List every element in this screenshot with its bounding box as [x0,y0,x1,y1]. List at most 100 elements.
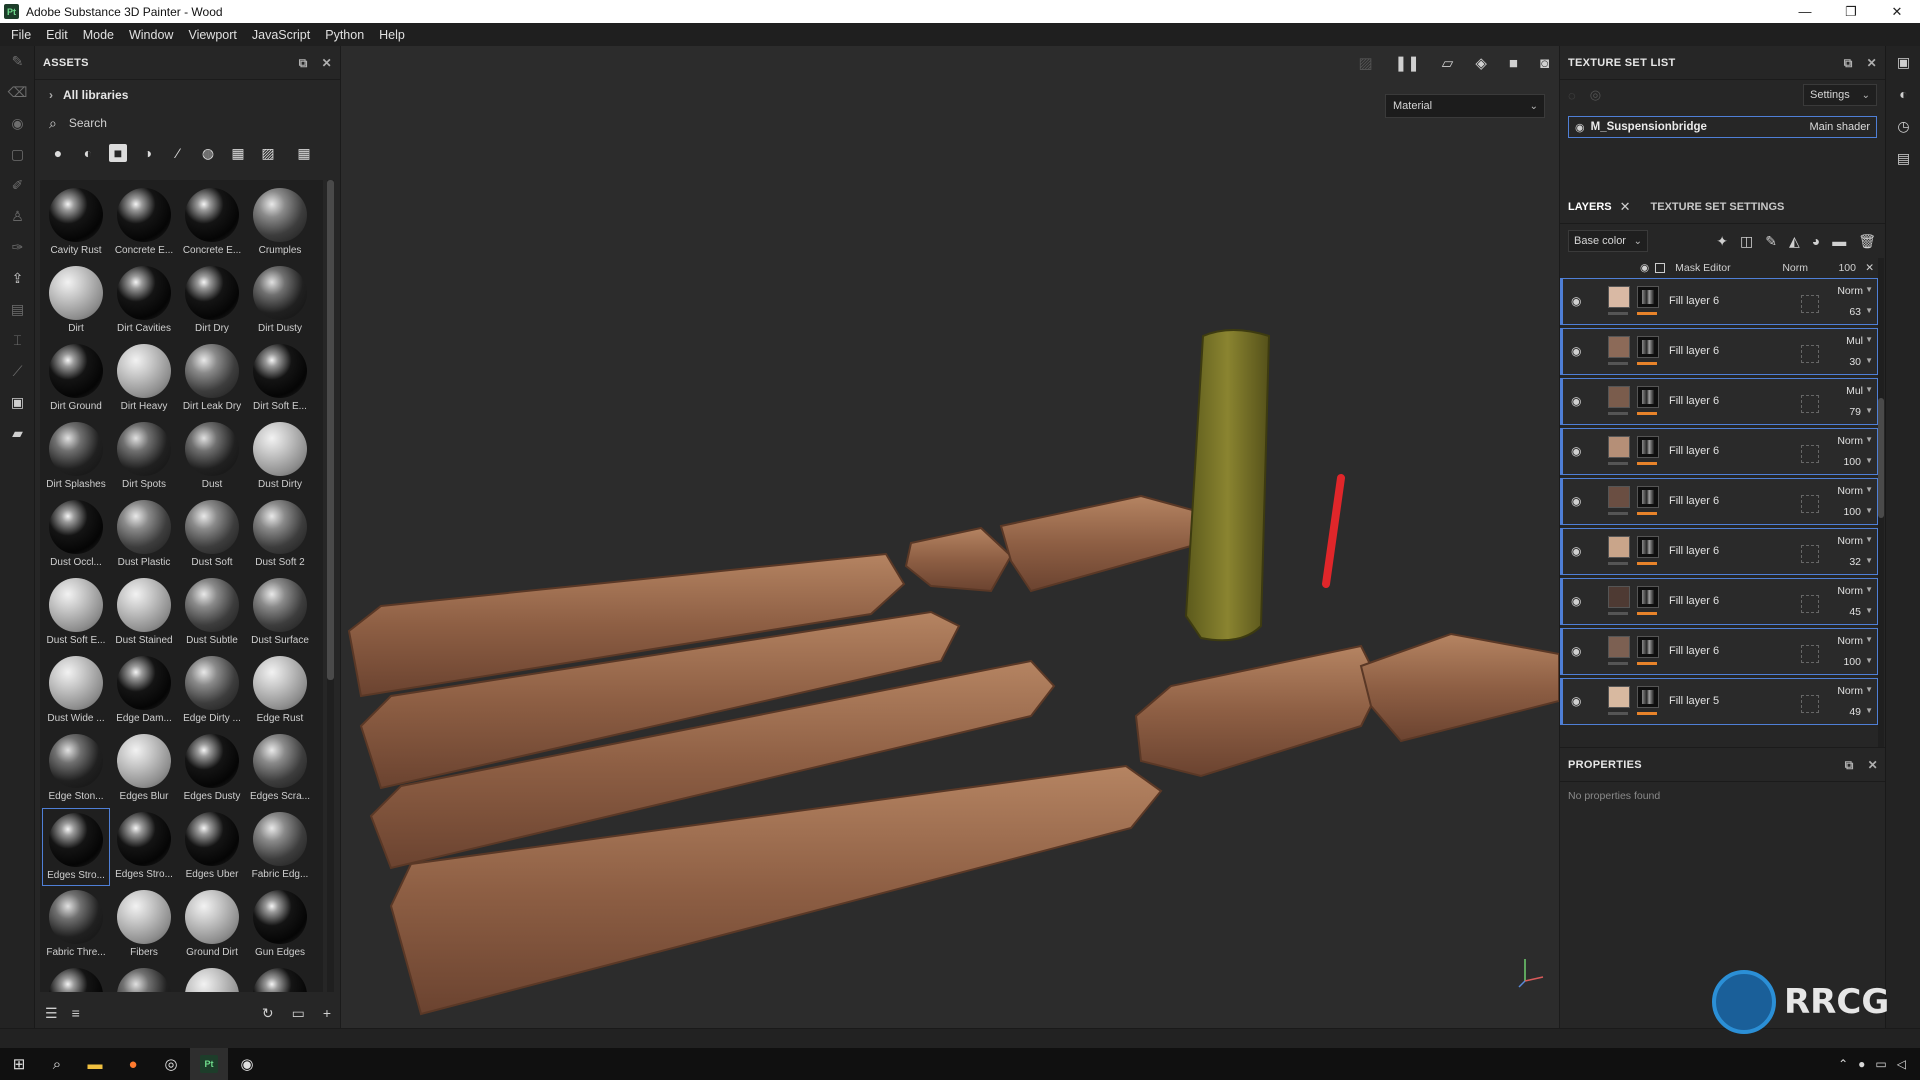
layer-effect-slot[interactable] [1801,695,1819,713]
opacity-value[interactable]: 100 [1843,656,1861,668]
close-window-button[interactable]: ✕ [1874,0,1920,23]
display-settings-icon[interactable]: ▰ [0,418,35,449]
chevron-down-icon[interactable]: ▼ [1865,485,1873,494]
asset-item[interactable]: Edge Dam... [110,652,178,730]
layer-effect-slot[interactable] [1801,445,1819,463]
asset-item[interactable]: Edges Dusty [178,730,246,808]
blend-mode[interactable]: Norm [1837,285,1863,297]
color-picker-icon[interactable]: ✑ [0,232,35,263]
asset-item[interactable]: Dirt Cavities [110,262,178,340]
layer-mask-thumbnail[interactable] [1637,686,1659,708]
clone-stamp-icon[interactable]: ♙ [0,201,35,232]
asset-search[interactable]: ⌕ Search [35,110,340,136]
eye-icon[interactable]: ◉ [1571,594,1581,608]
add-smart-material-icon[interactable]: ◕ [1812,233,1820,250]
chevron-down-icon[interactable]: ▼ [1865,706,1873,715]
chevron-down-icon[interactable]: ▼ [1865,385,1873,394]
eye-icon[interactable]: ◉ [1571,494,1581,508]
asset-item[interactable]: Dust Subtle [178,574,246,652]
add-fill-layer-icon[interactable]: ◭ [1789,233,1800,250]
app-icon-other[interactable]: ◉ [228,1048,266,1080]
asset-item[interactable]: Cavity Rust [42,184,110,262]
3d-viewport[interactable]: ▨ ❚❚ ▱ ◈ ■ ◙ Material ⌄ [341,46,1559,1028]
hide-all-icon[interactable]: ◌ [1568,88,1576,103]
layer-row[interactable]: ◉ Fill layer 6 Mul ▼ 30 ▼ [1560,328,1878,375]
asset-item[interactable]: Edges Uber [178,808,246,886]
layer-effect-slot[interactable] [1801,645,1819,663]
visibility-icon[interactable]: ◎ [1590,87,1601,103]
asset-item[interactable]: Crumples [246,184,314,262]
texture-icon[interactable]: ▤ [0,294,35,325]
camera-video-icon[interactable]: ■ [1509,55,1518,72]
opacity-value[interactable]: 63 [1849,306,1861,318]
undock-icon[interactable]: ⧉ [1844,56,1853,71]
eye-icon[interactable]: ◉ [1571,544,1581,558]
assets-scrollbar[interactable] [327,180,334,992]
add-folder-icon[interactable]: ▬ [1832,233,1846,250]
obs-icon[interactable]: ◎ [152,1048,190,1080]
layer-effect-slot[interactable] [1801,395,1819,413]
scrollbar-thumb[interactable] [1878,398,1884,518]
layer-row[interactable]: ◉ Fill layer 6 Norm ▼ 100 ▼ [1560,478,1878,525]
assets-icon[interactable]: ⇪ [0,263,35,294]
blend-mode[interactable]: Norm [1837,635,1863,647]
layer-name[interactable]: Fill layer 6 [1669,645,1719,657]
add-mask-icon[interactable]: ◫ [1740,233,1753,250]
close-icon[interactable]: ✕ [1620,199,1631,215]
layer-color-swatch[interactable] [1608,686,1630,708]
layer-effect-slot[interactable] [1801,495,1819,513]
log-icon[interactable]: ▤ [1886,142,1920,174]
eye-icon[interactable]: ◉ [1575,121,1585,134]
network-icon[interactable]: ▭ [1875,1057,1886,1071]
layer-row[interactable]: ◉ Fill layer 6 Norm ▼ 100 ▼ [1560,428,1878,475]
asset-item[interactable]: Ground Dirt [178,886,246,964]
tab-texture-set-settings[interactable]: TEXTURE SET SETTINGS [1651,201,1785,213]
wood-plank-8[interactable] [1359,632,1559,743]
smudge-icon[interactable]: ✐ [0,170,35,201]
asset-item[interactable]: Dirt Ground [42,340,110,418]
layer-color-swatch[interactable] [1608,486,1630,508]
layer-name[interactable]: Fill layer 5 [1669,695,1719,707]
chevron-down-icon[interactable]: ▼ [1865,356,1873,365]
blend-mode[interactable]: Norm [1837,435,1863,447]
asset-item[interactable]: Edges Stro... [110,808,178,886]
maximize-button[interactable]: ❐ [1828,0,1874,23]
generators-filter-icon[interactable]: ◑ [139,144,157,162]
asset-item[interactable]: Dust Plastic [110,496,178,574]
viewport-mode-select[interactable]: Material ⌄ [1385,94,1545,118]
layer-mask-thumbnail[interactable] [1637,336,1659,358]
chevron-down-icon[interactable]: ▼ [1865,406,1873,415]
close-icon[interactable]: ✕ [1868,758,1878,772]
chevron-down-icon[interactable]: ▼ [1865,506,1873,515]
close-icon[interactable]: ✕ [322,56,332,70]
chevron-down-icon[interactable]: ▼ [1865,306,1873,315]
layer-mask-thumbnail[interactable] [1637,586,1659,608]
layer-name[interactable]: Fill layer 6 [1669,345,1719,357]
close-icon[interactable]: ✕ [1865,262,1874,274]
frame-icon[interactable]: ▱ [1442,54,1454,72]
opacity-value[interactable]: 100 [1843,506,1861,518]
smart-materials-filter-icon[interactable]: ◐ [79,144,97,162]
layer-effect-slot[interactable] [1801,295,1819,313]
asset-item[interactable]: Dirt Leak Dry [178,340,246,418]
layer-name[interactable]: Fill layer 6 [1669,395,1719,407]
asset-item[interactable]: Dust Surface [246,574,314,652]
asset-item[interactable]: Fabric Edg... [246,808,314,886]
asset-item[interactable]: Dust Wide ... [42,652,110,730]
filter-list-icon[interactable]: ☰ [45,1005,58,1022]
opacity-value[interactable]: 30 [1849,356,1861,368]
red-rope[interactable] [1322,474,1345,588]
layer-row[interactable]: ◉ Fill layer 6 Norm ▼ 100 ▼ [1560,628,1878,675]
layer-name[interactable]: Fill layer 6 [1669,295,1719,307]
asset-item[interactable]: Dust Soft E... [42,574,110,652]
camera-icon[interactable]: ◙ [1540,55,1549,72]
undock-icon[interactable]: ⧉ [1845,758,1854,773]
menu-window[interactable]: Window [129,28,173,42]
microphone-icon[interactable]: ● [1858,1057,1865,1071]
layer-color-swatch[interactable] [1608,536,1630,558]
layer-color-swatch[interactable] [1608,286,1630,308]
asset-item[interactable]: Dirt Splashes [42,418,110,496]
measure-icon[interactable]: ⟋ [0,356,35,387]
opacity-value[interactable]: 32 [1849,556,1861,568]
menu-viewport[interactable]: Viewport [188,28,236,42]
